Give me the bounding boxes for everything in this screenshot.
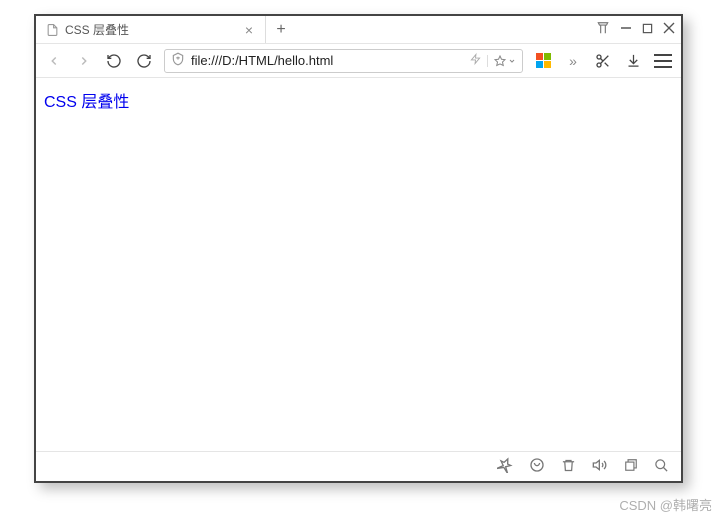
url-text: file:///D:/HTML/hello.html bbox=[191, 53, 464, 68]
minimize-button[interactable] bbox=[620, 22, 632, 37]
volume-icon[interactable] bbox=[592, 457, 608, 476]
back-button[interactable] bbox=[44, 51, 64, 71]
browser-window: CSS 层叠性 × + bbox=[34, 14, 683, 483]
adblock-icon[interactable] bbox=[529, 457, 545, 476]
flash-icon[interactable] bbox=[470, 52, 481, 69]
watermark: CSDN @韩曙亮 bbox=[619, 495, 712, 514]
tab-active[interactable]: CSS 层叠性 × bbox=[36, 16, 266, 43]
pin-icon[interactable] bbox=[497, 457, 513, 476]
maximize-button[interactable] bbox=[642, 22, 653, 37]
ms-logo-icon[interactable] bbox=[533, 51, 553, 71]
close-button[interactable] bbox=[663, 22, 675, 37]
menu-button[interactable] bbox=[653, 51, 673, 71]
forward-button[interactable] bbox=[74, 51, 94, 71]
page-heading: CSS 层叠性 bbox=[44, 94, 129, 111]
page-icon bbox=[46, 23, 59, 37]
tab-title: CSS 层叠性 bbox=[65, 21, 235, 38]
status-bar bbox=[36, 451, 681, 481]
undo-button[interactable] bbox=[134, 51, 154, 71]
wardrobe-icon[interactable] bbox=[596, 21, 610, 38]
titlebar-spacer bbox=[296, 16, 596, 43]
tab-close-button[interactable]: × bbox=[241, 23, 257, 37]
search-icon[interactable] bbox=[654, 458, 669, 476]
overflow-button[interactable]: » bbox=[563, 51, 583, 71]
shield-icon bbox=[171, 52, 185, 69]
toolbar: file:///D:/HTML/hello.html » bbox=[36, 44, 681, 78]
address-bar[interactable]: file:///D:/HTML/hello.html bbox=[164, 49, 523, 73]
favorite-button[interactable] bbox=[487, 55, 516, 67]
delete-icon[interactable] bbox=[561, 458, 576, 476]
new-tab-button[interactable]: + bbox=[266, 16, 296, 43]
download-icon[interactable] bbox=[623, 51, 643, 71]
window-controls bbox=[596, 16, 681, 43]
page-content: CSS 层叠性 bbox=[36, 78, 681, 122]
titlebar: CSS 层叠性 × + bbox=[36, 16, 681, 44]
reload-button[interactable] bbox=[104, 51, 124, 71]
scissors-icon[interactable] bbox=[593, 51, 613, 71]
restore-icon[interactable] bbox=[624, 458, 638, 475]
